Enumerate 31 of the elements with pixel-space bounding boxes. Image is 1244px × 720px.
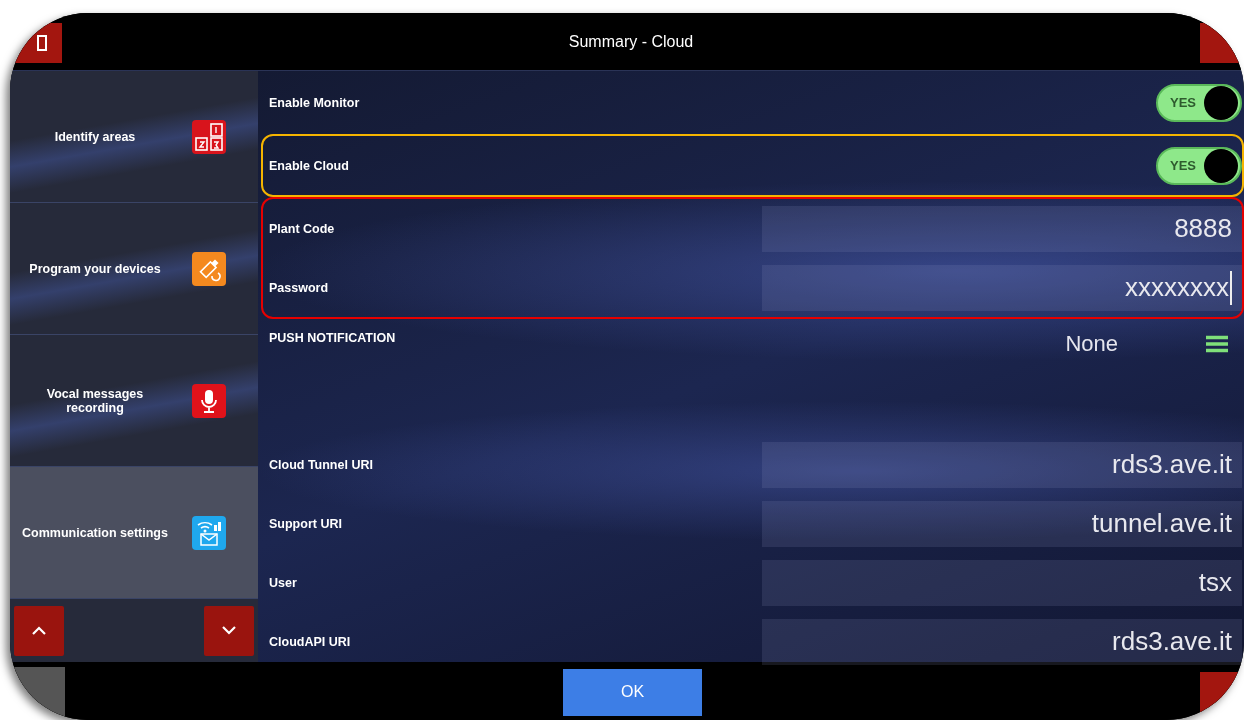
setting-label: Password <box>269 280 329 295</box>
setting-label: Enable Cloud <box>269 158 349 173</box>
window-title: Summary - Cloud <box>568 32 694 51</box>
input-field[interactable]: tunnel.ave.it <box>762 500 1242 547</box>
chevron-down-icon <box>222 626 236 635</box>
setting-label: Enable Monitor <box>269 95 360 110</box>
toggle-switch[interactable]: YES <box>1156 146 1242 185</box>
wifi-envelope-icon <box>192 515 226 550</box>
setting-label: Plant Code <box>269 221 335 236</box>
microphone-icon <box>192 383 226 418</box>
toggle-switch[interactable]: YES <box>1156 83 1242 122</box>
usb-magnet-icon <box>192 251 226 286</box>
input-field[interactable]: 8888 <box>762 205 1242 252</box>
input-field[interactable]: rds3.ave.it <box>762 441 1242 488</box>
input-field[interactable]: tsx <box>762 559 1242 606</box>
door-icon <box>36 34 48 52</box>
numbered-grid-icon <box>192 119 226 154</box>
setting-label: Support URI <box>269 516 342 531</box>
setting-label: PUSH NOTIFICATION <box>269 331 396 345</box>
text-cursor <box>1230 270 1232 305</box>
menu-icon[interactable] <box>1206 335 1228 353</box>
setting-label: CloudAPI URI <box>269 634 351 649</box>
setting-label: User <box>269 575 297 590</box>
ok-button[interactable]: OK <box>563 668 702 716</box>
chevron-up-icon <box>32 626 46 635</box>
input-field[interactable]: rds3.ave.it <box>762 618 1242 665</box>
sidebar-item[interactable]: Communication settings <box>10 467 258 599</box>
input-field[interactable]: xxxxxxxx <box>762 264 1242 311</box>
setting-label: Cloud Tunnel URI <box>269 457 373 472</box>
dropdown-value[interactable]: None <box>1065 331 1118 357</box>
sidebar-item[interactable]: Identify areas <box>10 71 258 203</box>
